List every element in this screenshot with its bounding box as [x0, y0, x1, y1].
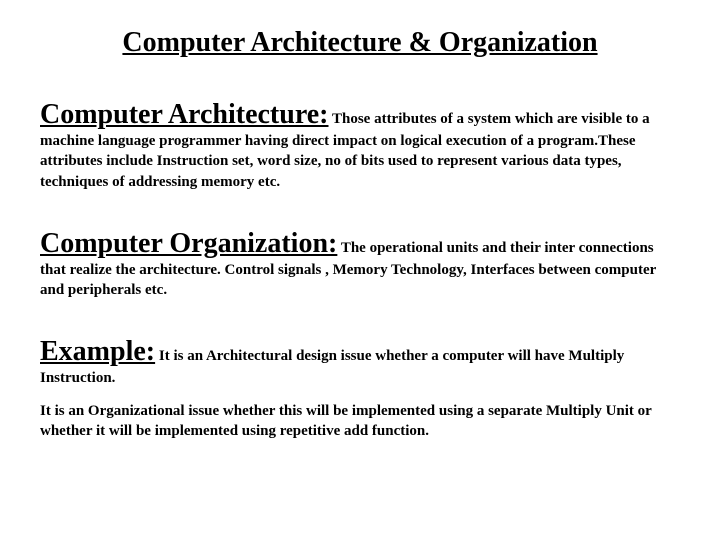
organization-heading: Computer Organization: [40, 228, 337, 259]
section-architecture: Computer Architecture: Those attributes … [40, 99, 680, 192]
section-organization: Computer Organization: The operational u… [40, 228, 680, 301]
section-example: Example: It is an Architectural design i… [40, 336, 680, 441]
page-title: Computer Architecture & Organization [40, 27, 680, 59]
example-heading: Example: [40, 336, 155, 367]
example-extra: It is an Organizational issue whether th… [40, 401, 680, 442]
architecture-heading: Computer Architecture: [40, 99, 329, 130]
